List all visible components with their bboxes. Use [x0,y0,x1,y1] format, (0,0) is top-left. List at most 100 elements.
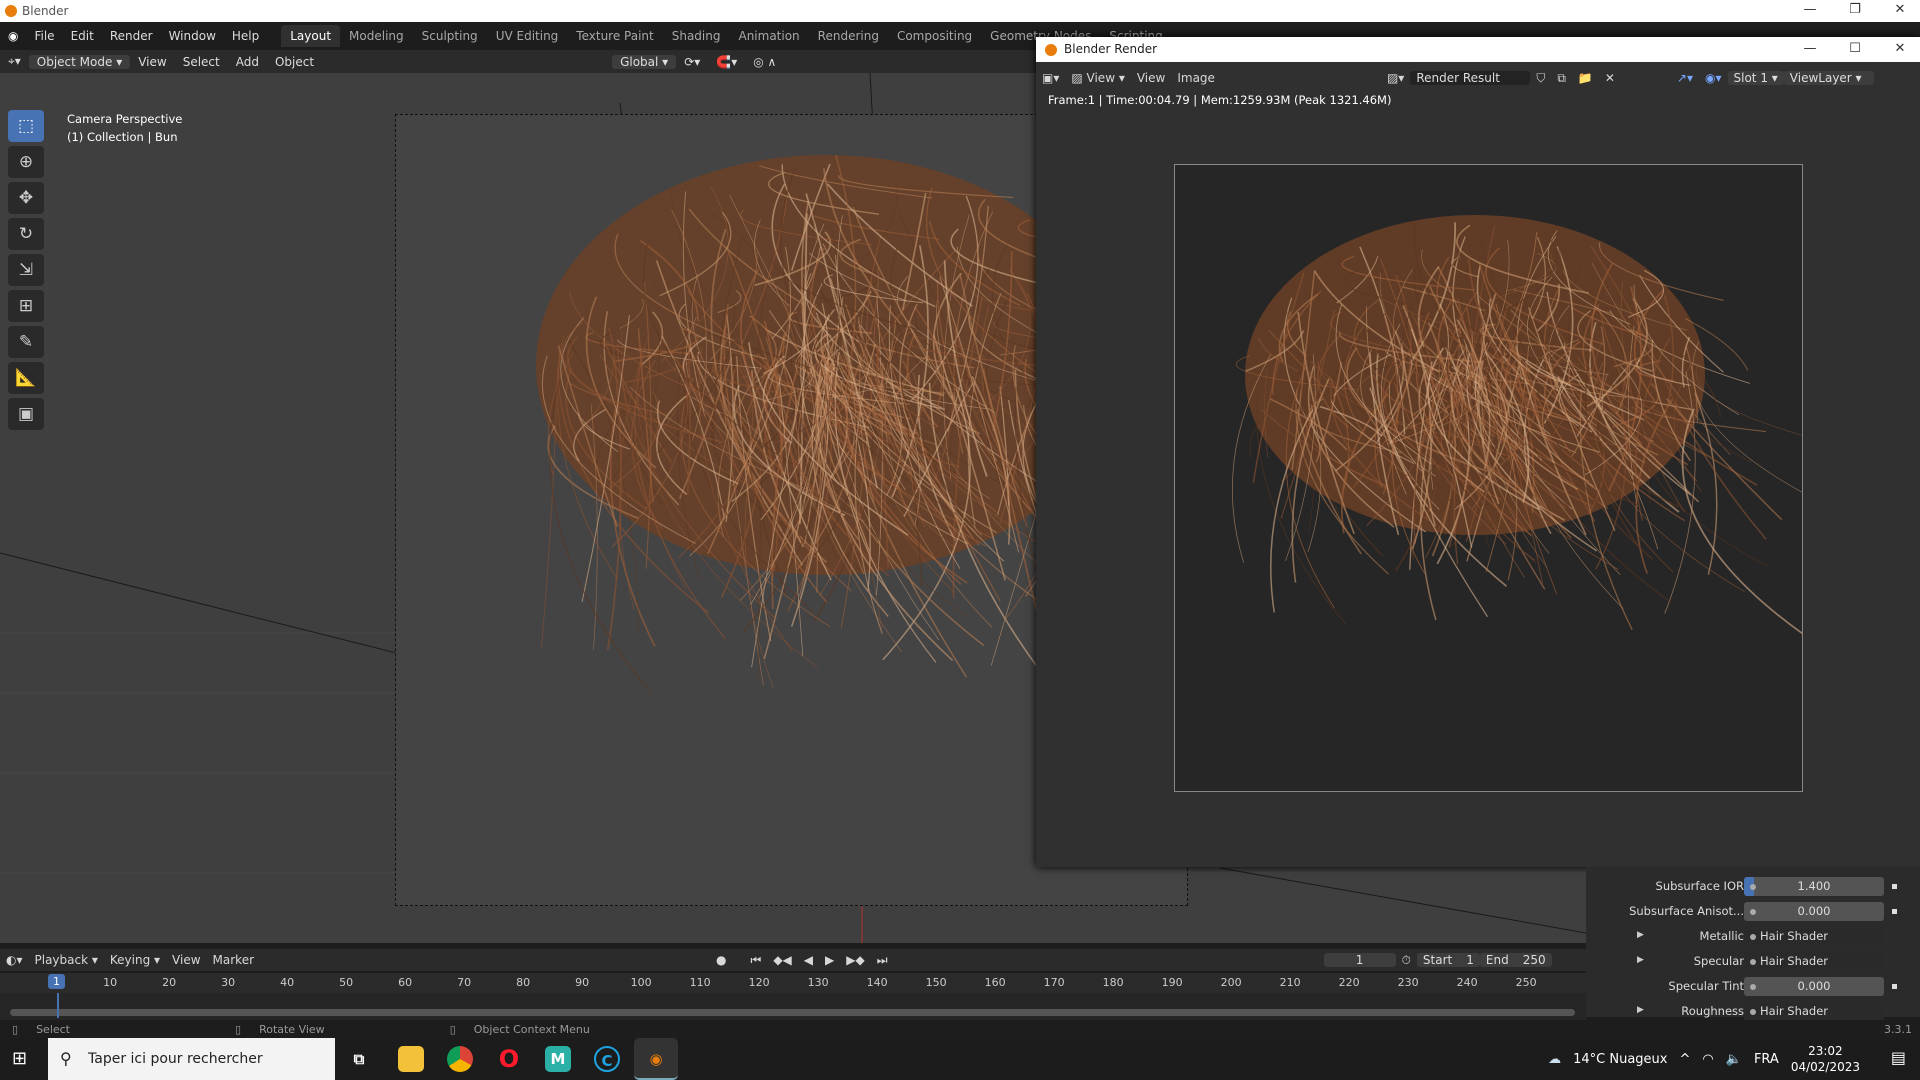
property-field[interactable]: 0.000 [1744,902,1884,921]
tab-uv-editing[interactable]: UV Editing [487,25,568,47]
end-frame-field[interactable]: End 250 [1479,953,1552,967]
render-maximize-button[interactable]: ☐ [1835,39,1875,59]
jump-end-icon[interactable]: ⏭ [871,953,894,968]
tab-rendering[interactable]: Rendering [809,25,888,47]
tray-chevron-icon[interactable]: ^ [1680,1052,1691,1067]
menu-help[interactable]: Help [224,29,267,43]
tab-layout[interactable]: Layout [281,25,341,47]
minimize-button[interactable]: — [1790,0,1830,20]
maya-icon[interactable]: M [545,1046,571,1072]
menu-select[interactable]: Select [175,55,228,69]
menu-marker[interactable]: Marker [207,953,260,967]
network-icon[interactable]: ◠ [1702,1052,1713,1067]
tab-animation[interactable]: Animation [729,25,808,47]
file-explorer-icon[interactable] [398,1046,424,1072]
expand-arrow-icon[interactable]: ▶ [1637,955,1644,965]
play-reverse-icon[interactable]: ◀ [798,953,819,967]
menu-add[interactable]: Add [228,55,267,69]
tab-compositing[interactable]: Compositing [888,25,981,47]
editor-type-icon[interactable]: ⌖▾ [0,54,29,69]
chrome-icon[interactable] [447,1046,473,1072]
playhead-frame-label[interactable]: 1 [48,974,65,989]
rotate-tool-icon[interactable]: ↻ [8,218,44,250]
select-box-tool-icon[interactable]: ⬚ [8,110,44,142]
auto-keying-icon[interactable]: ● [710,953,732,967]
new-image-icon[interactable]: ⧉ [1551,71,1572,86]
weather-icon[interactable]: ☁ [1548,1052,1561,1067]
move-tool-icon[interactable]: ✥ [8,182,44,214]
pivot-icon[interactable]: ⟳▾ [676,55,708,69]
render-minimize-button[interactable]: — [1790,39,1830,59]
editor-type-icon[interactable]: ▣▾ [1036,71,1065,85]
volume-icon[interactable]: 🔈 [1726,1052,1742,1067]
keyframe-icon[interactable] [1892,884,1897,889]
expand-arrow-icon[interactable]: ▶ [1637,930,1644,940]
property-field[interactable]: Hair Shader [1744,952,1884,971]
expand-arrow-icon[interactable]: ▶ [1637,1005,1644,1015]
fake-user-icon[interactable]: ⛉ [1530,71,1551,86]
property-field[interactable]: 0.000 [1744,977,1884,996]
keyframe-icon[interactable] [1892,909,1897,914]
blender-menu-icon[interactable]: ◉ [0,29,26,43]
image-name-field[interactable]: Render Result [1410,71,1531,85]
tab-modeling[interactable]: Modeling [340,25,413,47]
unlink-image-icon[interactable]: ✕ [1599,71,1621,85]
current-frame-field[interactable]: 1 [1323,953,1396,967]
play-icon[interactable]: ▶ [819,953,840,967]
proportional-edit-icon[interactable]: ◎ ∧ [745,55,784,69]
render-close-button[interactable]: ✕ [1880,39,1920,59]
prev-keyframe-icon[interactable]: ◆◀ [767,953,797,967]
open-image-icon[interactable]: 📁 [1572,71,1599,85]
menu-playback[interactable]: Playback ▾ [29,953,104,967]
property-field[interactable]: Hair Shader [1744,1002,1884,1021]
menu-edit[interactable]: Edit [63,29,102,43]
scale-tool-icon[interactable]: ⇲ [8,254,44,286]
keyframe-icon[interactable] [1892,984,1897,989]
weather-text[interactable]: 14°C Nuageux [1573,1052,1667,1067]
cursor-tool-icon[interactable]: ⊕ [8,146,44,178]
menu-object[interactable]: Object [267,55,322,69]
opera-icon[interactable]: O [496,1046,522,1072]
property-field[interactable]: Hair Shader [1744,927,1884,946]
menu-render[interactable]: Render [102,29,161,43]
measure-tool-icon[interactable]: 📐 [8,362,44,394]
render-result-image[interactable] [1174,164,1803,792]
menu-view[interactable]: View [166,953,206,967]
view-mode-dropdown[interactable]: ▨ View ▾ [1065,71,1130,85]
orientation-dropdown[interactable]: Global ▾ [612,54,677,69]
menu-keying[interactable]: Keying ▾ [104,953,166,967]
slot-dropdown[interactable]: Slot 1 ▾ [1727,71,1784,85]
annotate-tool-icon[interactable]: ✎ [8,326,44,358]
preview-range-icon[interactable]: ⏱ [1396,953,1417,968]
tab-sculpting[interactable]: Sculpting [413,25,487,47]
close-button[interactable]: ✕ [1880,0,1920,20]
c-app-icon[interactable]: C [594,1046,620,1072]
next-keyframe-icon[interactable]: ▶◆ [840,953,870,967]
menu-view[interactable]: View [1131,71,1171,85]
snap-icon[interactable]: 🧲▾ [708,55,745,69]
mode-dropdown[interactable]: Object Mode ▾ [28,54,131,69]
notifications-icon[interactable]: ▤ [1891,1048,1906,1067]
menu-view[interactable]: View [130,55,174,69]
property-field[interactable]: 1.400 [1744,877,1884,896]
taskbar-search[interactable]: ⚲ Taper ici pour rechercher [48,1038,335,1080]
playhead[interactable] [57,993,59,1018]
tab-texture-paint[interactable]: Texture Paint [567,25,662,47]
windows-start-icon[interactable]: ⊞ [12,1048,27,1069]
jump-start-icon[interactable]: ⏮ [745,953,768,968]
menu-window[interactable]: Window [161,29,224,43]
maximize-button[interactable]: ❐ [1835,0,1875,20]
start-frame-field[interactable]: Start 1 [1416,953,1480,967]
menu-image[interactable]: Image [1171,71,1221,85]
tab-shading[interactable]: Shading [663,25,730,47]
view-layer-dropdown[interactable]: ViewLayer ▾ [1783,71,1874,85]
transform-tool-icon[interactable]: ⊞ [8,290,44,322]
blender-taskbar-icon[interactable]: ◉ [634,1038,678,1080]
clock[interactable]: 23:02 04/02/2023 [1791,1043,1860,1075]
timeline-scrollbar[interactable] [10,1009,1575,1016]
gizmo-toggle-icon[interactable]: ↗▾ [1671,71,1699,85]
add-cube-tool-icon[interactable]: ▣ [8,398,44,430]
language-indicator[interactable]: FRA [1754,1052,1779,1067]
timeline-ruler[interactable]: 1 10 20 30 40 50 60 70 80 90 100 110 120 130 140 150 16… [0,973,1586,993]
task-view-icon[interactable]: ⧉ [346,1046,372,1072]
